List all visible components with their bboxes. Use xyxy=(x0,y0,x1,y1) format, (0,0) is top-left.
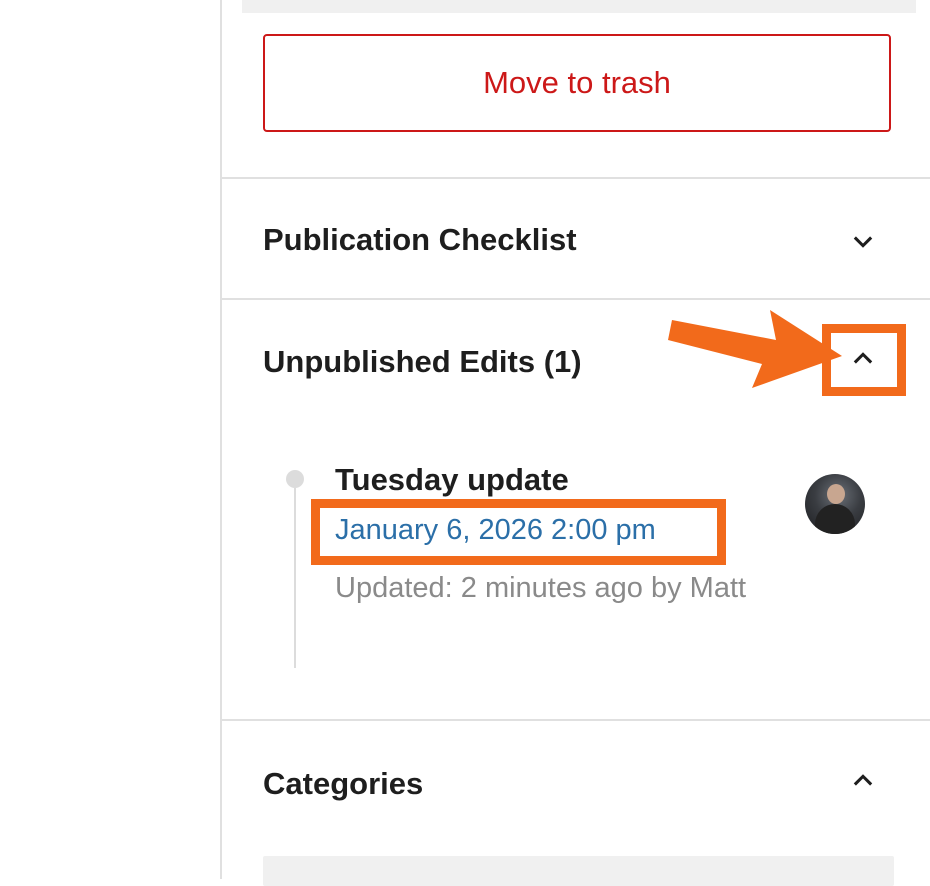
editor-canvas xyxy=(0,0,220,879)
categories-search-field[interactable] xyxy=(263,856,894,886)
highlight-box xyxy=(311,499,726,565)
avatar-body xyxy=(815,504,855,534)
panel-title-publication-checklist[interactable]: Publication Checklist xyxy=(263,222,577,258)
timeline-dot xyxy=(286,470,304,488)
panel-divider xyxy=(222,177,930,179)
timeline-line xyxy=(294,488,296,668)
orange-arrow-icon xyxy=(668,310,842,388)
top-field-edge xyxy=(242,0,916,13)
chevron-up-icon[interactable] xyxy=(848,766,878,796)
settings-sidebar: Move to trash Publication Checklist Unpu… xyxy=(222,0,930,886)
user-avatar xyxy=(805,474,865,534)
chevron-down-icon[interactable] xyxy=(848,226,878,256)
avatar-head xyxy=(827,484,845,504)
revision-meta: Updated: 2 minutes ago by Matt xyxy=(335,572,747,604)
panel-divider xyxy=(222,298,930,300)
panel-divider xyxy=(222,719,930,721)
revision-title: Tuesday update xyxy=(335,462,569,497)
move-to-trash-button[interactable]: Move to trash xyxy=(263,34,891,132)
panel-title-unpublished-edits[interactable]: Unpublished Edits (1) xyxy=(263,344,582,380)
panel-title-categories[interactable]: Categories xyxy=(263,766,423,802)
